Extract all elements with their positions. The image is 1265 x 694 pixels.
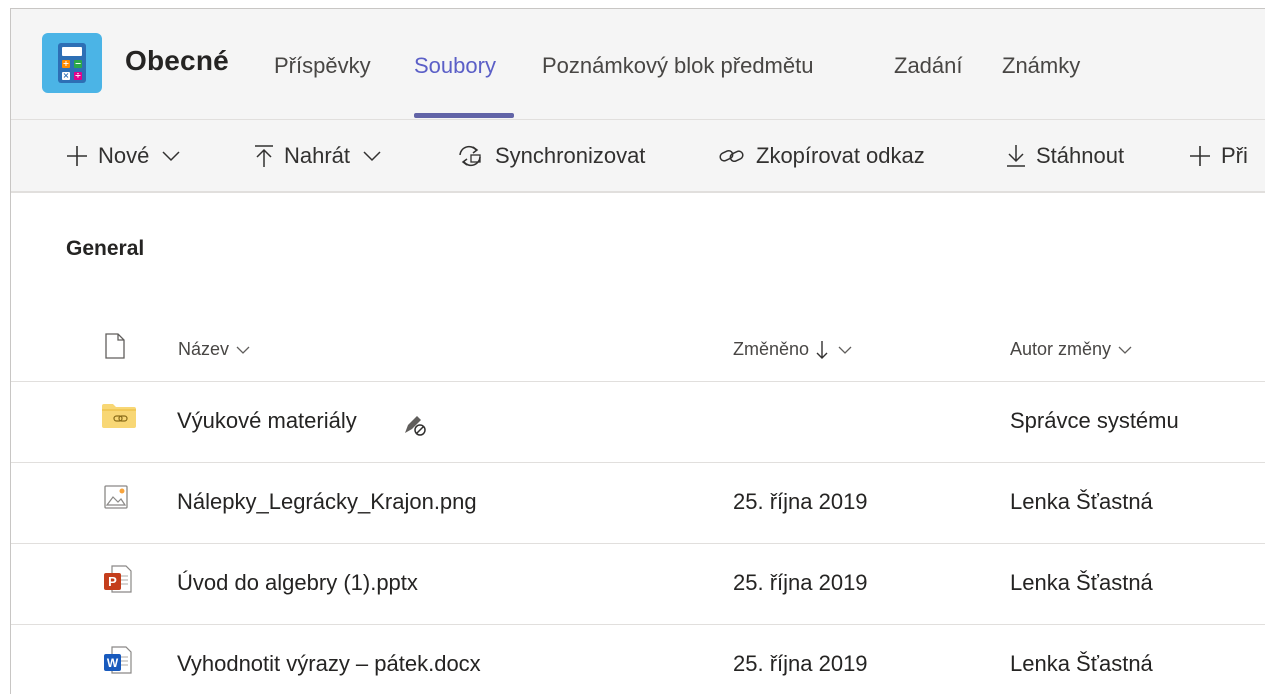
file-row[interactable]: Nálepky_Legrácky_Krajon.png 25. října 20… — [11, 462, 1265, 544]
folder-link-icon — [102, 402, 136, 432]
no-sync-pen-icon — [402, 411, 428, 442]
file-row[interactable]: Výukové materiály Správce systému — [11, 381, 1265, 463]
file-name[interactable]: Úvod do algebry (1).pptx — [177, 570, 418, 596]
download-button[interactable]: Stáhnout — [1006, 120, 1124, 191]
chevron-down-icon — [1117, 345, 1133, 355]
new-button[interactable]: Nové — [66, 120, 181, 191]
image-file-icon — [102, 483, 132, 513]
file-modified: 25. října 2019 — [733, 651, 868, 676]
upload-icon — [254, 144, 274, 168]
file-modified: 25. října 2019 — [733, 489, 868, 514]
chevron-down-icon — [235, 345, 251, 355]
channel-title: Obecné — [125, 45, 229, 76]
add-button[interactable]: Při — [1189, 120, 1248, 191]
link-icon — [718, 146, 746, 166]
name-column-label: Název — [178, 339, 230, 359]
file-modified-by: Lenka Šťastná — [1010, 651, 1153, 676]
sort-descending-icon — [815, 340, 829, 360]
file-name[interactable]: Vyhodnotit výrazy – pátek.docx — [177, 651, 481, 677]
add-label: Při — [1221, 142, 1248, 168]
chevron-down-icon — [837, 345, 853, 355]
modified-column-header[interactable]: Změněno — [733, 339, 853, 360]
file-row[interactable]: W Vyhodnotit výrazy – pátek.docx 25. říj… — [11, 624, 1265, 694]
modified-by-column-label: Autor změny — [1010, 339, 1112, 359]
upload-label: Nahrát — [284, 142, 351, 168]
name-column-header[interactable]: Název — [178, 339, 251, 360]
file-name[interactable]: Nálepky_Legrácky_Krajon.png — [177, 489, 477, 515]
tab-assignments[interactable]: Zadání — [894, 53, 963, 79]
copy-link-label: Zkopírovat odkaz — [756, 142, 925, 168]
file-modified-by: Lenka Šťastná — [1010, 489, 1153, 514]
file-row[interactable]: P Úvod do algebry (1).pptx 25. října 201… — [11, 543, 1265, 625]
folder-title: General — [66, 237, 145, 260]
tab-posts[interactable]: Příspěvky — [274, 53, 371, 79]
download-label: Stáhnout — [1036, 142, 1125, 168]
channel-header: + − × ÷ Obecné Příspěvky Soubory Poznámk… — [11, 9, 1265, 120]
download-icon — [1006, 144, 1026, 168]
file-modified-by: Správce systému — [1010, 408, 1179, 433]
files-app-frame: + − × ÷ Obecné Příspěvky Soubory Poznámk… — [10, 8, 1265, 694]
word-file-icon: W — [102, 645, 132, 675]
copy-link-button[interactable]: Zkopírovat odkaz — [718, 120, 925, 191]
new-label: Nové — [98, 142, 150, 168]
files-toolbar: Nové Nahrát Synchronizovat Zkopírovat od… — [11, 120, 1265, 193]
file-modified: 25. října 2019 — [733, 570, 868, 595]
svg-text:W: W — [107, 656, 119, 670]
modified-by-column-header[interactable]: Autor změny — [1010, 339, 1133, 360]
file-type-header-icon[interactable] — [104, 333, 126, 359]
tab-class-notebook[interactable]: Poznámkový blok předmětu — [542, 53, 813, 79]
tab-grades[interactable]: Známky — [1002, 53, 1080, 79]
file-name[interactable]: Výukové materiály — [177, 408, 357, 434]
sync-button[interactable]: Synchronizovat — [455, 120, 645, 191]
file-list-area: General Název Změněno Autor změny Výukov… — [11, 193, 1265, 694]
tab-files[interactable]: Soubory — [414, 53, 496, 79]
sync-icon — [455, 143, 485, 169]
modified-column-label: Změněno — [733, 339, 810, 359]
active-tab-indicator — [414, 113, 514, 118]
sync-label: Synchronizovat — [495, 142, 646, 168]
powerpoint-file-icon: P — [102, 564, 132, 594]
upload-button[interactable]: Nahrát — [254, 120, 382, 191]
chevron-down-icon — [161, 150, 181, 162]
plus-icon — [66, 145, 88, 167]
svg-text:P: P — [108, 574, 117, 589]
file-modified-by: Lenka Šťastná — [1010, 570, 1153, 595]
plus-icon — [1189, 145, 1211, 167]
calculator-team-icon: + − × ÷ — [42, 33, 102, 93]
chevron-down-icon — [362, 150, 382, 162]
